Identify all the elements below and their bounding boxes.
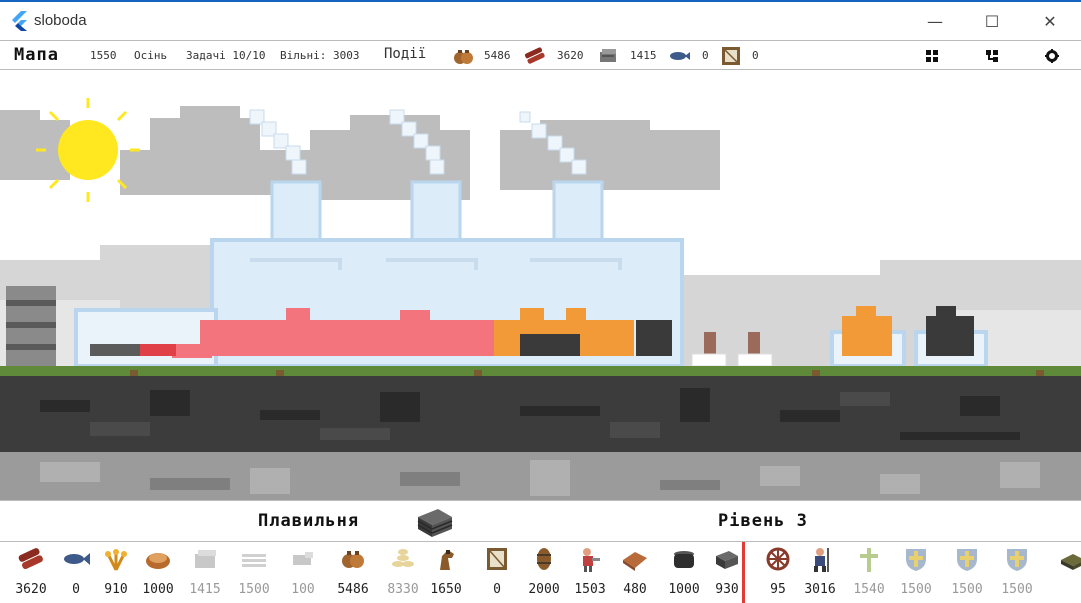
game-topbar: Мапа 1550 Осінь Задачі 10/10 Вільні: 300… [0,40,1081,70]
resource-value: 1500 [900,582,932,597]
resource-value: 1500 [1001,582,1033,597]
leather-icon [623,552,647,571]
events-button[interactable]: Події [384,46,426,62]
stone-icon [600,49,616,62]
resource-item-shield[interactable]: 1500 [994,542,1040,603]
pot-icon [674,551,694,568]
grid-icon[interactable] [925,49,939,63]
money-bags-icon [454,50,473,64]
fish-icon [64,553,90,565]
flutter-logo-icon [12,11,27,31]
ingot-stack-icon [417,509,453,537]
window-titlebar: sloboda — ☐ ✕ [0,0,1081,40]
resource-item-iron-ore[interactable]: 100 [280,542,326,603]
wheel-icon [766,547,790,571]
season-label: Осінь [134,49,168,62]
resource-item-stone-block[interactable]: 1415 [182,542,228,603]
stone-pile [6,286,56,368]
cross-icon [860,548,878,572]
game-scene[interactable] [0,70,1081,500]
close-button[interactable]: ✕ [1027,6,1073,38]
resource-item-cross[interactable]: 1540 [846,542,892,603]
tasks-label: Задачі 10/10 [186,49,266,62]
frame-icon [722,47,740,65]
resource-item-horse[interactable]: 1650 [423,542,469,603]
planks-icon [242,554,266,567]
building-name: Плавильня [258,511,360,531]
wheat-icon [105,549,127,571]
barrel-icon [537,548,551,570]
soldier-icon [814,548,829,572]
horse-icon [440,550,454,570]
smelter-scene-art [0,98,1081,500]
stone-value: 1415 [630,49,657,62]
resource-item-frame[interactable]: 0 [474,542,520,603]
ingots-icon [716,551,738,569]
resource-bar: 3620 0 910 1000 1415 1500 100 5486 8330 1650 0 2000… [0,542,1081,603]
frame-icon [487,548,507,570]
resource-item-shield[interactable]: 1500 [893,542,939,603]
free-workers-label: Вільні: 3003 [280,49,360,62]
money-bags-icon [342,551,364,568]
window-title: sloboda [34,12,87,29]
chimneys [270,180,604,244]
resource-item-soldier[interactable]: 3016 [797,542,843,603]
stone-block-icon [195,550,216,568]
resource-value: 1650 [430,582,462,597]
logs-icon [524,47,545,64]
gear-icon[interactable] [1045,49,1059,63]
shield-icon [906,549,926,571]
money-value: 5486 [484,49,511,62]
worker-icon [583,548,600,572]
grass [0,366,1081,376]
frame-value: 0 [752,49,759,62]
resource-divider [742,542,745,603]
coins-icon [392,549,414,567]
shield-icon [1007,549,1027,571]
fish-value: 0 [702,49,709,62]
building-info-bar: Плавильня Рівень 3 [0,500,1081,542]
maximize-button[interactable]: ☐ [969,6,1015,38]
bread-basket-icon [146,553,170,569]
building-level: Рівень 3 [718,511,808,531]
resource-item-shield[interactable]: 1500 [944,542,990,603]
fish-icon [670,52,690,60]
iron-ore-icon [293,552,313,565]
map-button[interactable]: Мапа [14,45,59,65]
resource-item-leather[interactable]: 480 [612,542,658,603]
resource-value: 930 [715,582,739,597]
logs-value: 3620 [557,49,584,62]
crate-icon [1061,554,1081,570]
resource-item-crate[interactable] [1050,542,1081,603]
resource-item-bread-basket[interactable]: 1000 [135,542,181,603]
shield-icon [957,549,977,571]
tree-icon[interactable] [985,49,999,63]
logs-icon [18,548,43,570]
year-label: 1550 [90,49,117,62]
resource-item-money-bags[interactable]: 5486 [330,542,376,603]
minimize-button[interactable]: — [912,6,958,38]
resource-item-planks[interactable]: 1500 [231,542,277,603]
